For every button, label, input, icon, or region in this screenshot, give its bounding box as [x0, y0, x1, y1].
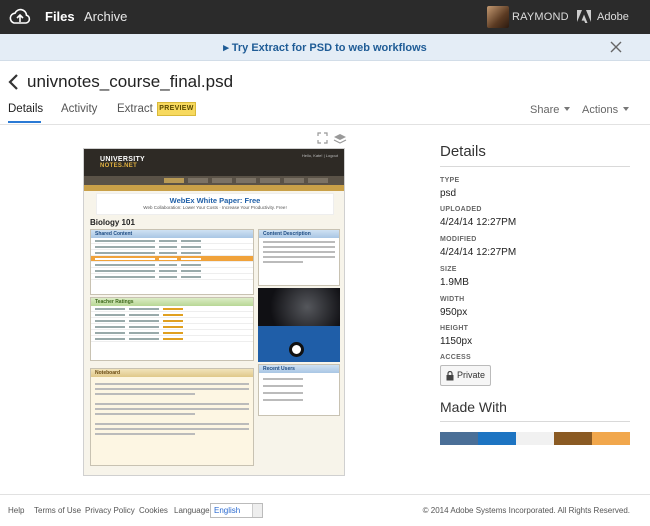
fullscreen-icon[interactable] — [317, 132, 328, 144]
footer-privacy-link[interactable]: Privacy Policy — [85, 506, 135, 515]
modified-value: 4/24/14 12:27PM — [440, 247, 517, 258]
dropdown-arrow-icon — [252, 504, 262, 517]
language-label: Language: — [174, 506, 212, 515]
preview-badge: PREVIEW — [157, 102, 196, 116]
access-value: Private — [457, 370, 486, 380]
type-label: TYPE — [440, 177, 460, 184]
user-name[interactable]: RAYMOND — [512, 11, 569, 23]
preview-ratings-panel: Teacher Ratings — [90, 297, 254, 361]
share-label: Share — [530, 104, 560, 116]
preview-recent-users: Recent Users — [258, 364, 340, 416]
language-value: English — [214, 506, 241, 515]
language-select[interactable]: English — [210, 503, 263, 518]
promo-banner: ▸ Try Extract for PSD to web workflows — [0, 34, 650, 61]
uploaded-label: UPLOADED — [440, 206, 482, 213]
preview-noteboard-title: Noteboard — [91, 369, 253, 377]
details-heading: Details — [440, 143, 486, 160]
share-menu[interactable]: Share — [530, 104, 571, 116]
color-swatches — [440, 432, 630, 445]
avatar[interactable] — [487, 6, 509, 28]
type-value: psd — [440, 188, 457, 199]
modified-label: MODIFIED — [440, 236, 477, 243]
footer-help-link[interactable]: Help — [8, 506, 24, 515]
access-label: ACCESS — [440, 354, 471, 361]
preview-shared-title: Shared Content — [91, 230, 253, 238]
width-label: WIDTH — [440, 296, 465, 303]
footer-cookies-link[interactable]: Cookies — [139, 506, 168, 515]
width-value: 950px — [440, 307, 468, 318]
tab-details[interactable]: Details — [8, 103, 43, 115]
preview-content-desc: Content Description — [258, 229, 340, 286]
caret-down-icon — [623, 107, 630, 111]
made-with-heading: Made With — [440, 399, 507, 415]
view-controls — [317, 132, 347, 144]
tab-activity[interactable]: Activity — [61, 103, 97, 115]
divider — [440, 421, 630, 422]
preview-ad-dark — [258, 288, 340, 326]
lock-icon — [446, 371, 454, 381]
creative-cloud-icon[interactable] — [8, 6, 32, 28]
nav-files[interactable]: Files — [45, 9, 75, 24]
preview-site-nav — [84, 176, 344, 185]
preview-logo-line2: NOTES.NET — [100, 163, 138, 169]
footer: Help Terms of Use Privacy Policy Cookies… — [0, 494, 650, 526]
color-swatch — [516, 432, 554, 445]
active-tab-indicator — [8, 121, 41, 123]
copyright-text: © 2014 Adobe Systems Incorporated. All R… — [422, 506, 630, 515]
divider — [440, 166, 630, 167]
back-chevron-icon[interactable] — [8, 74, 20, 90]
color-swatch — [554, 432, 592, 445]
nav-archive[interactable]: Archive — [84, 9, 127, 24]
preview-site-header: UNIVERSITY NOTES.NET Hello, Kate! | Logo… — [84, 149, 344, 176]
height-label: HEIGHT — [440, 325, 469, 332]
adobe-logo-icon[interactable] — [577, 10, 591, 24]
preview-logo-line1: UNIVERSITY — [100, 156, 146, 163]
preview-content-desc-title: Content Description — [259, 230, 339, 238]
adobe-label[interactable]: Adobe — [597, 11, 629, 23]
preview-heading: Biology 101 — [90, 218, 135, 227]
footer-terms-link[interactable]: Terms of Use — [34, 506, 81, 515]
preview-login-text: Hello, Kate! | Logout — [301, 153, 338, 158]
preview-ad-sub: Web Collaboration: Lower Your Costs · In… — [143, 205, 287, 210]
preview-ratings-title: Teacher Ratings — [91, 298, 253, 306]
color-swatch — [478, 432, 516, 445]
height-value: 1150px — [440, 336, 473, 347]
preview-subnav — [84, 185, 344, 191]
preview-ad-disc — [289, 342, 304, 357]
access-private-button[interactable]: Private — [440, 365, 491, 386]
color-swatch — [592, 432, 630, 445]
actions-label: Actions — [582, 104, 619, 116]
banner-link[interactable]: ▸ Try Extract for PSD to web workflows — [0, 41, 650, 54]
layers-icon[interactable] — [333, 134, 347, 144]
size-value: 1.9MB — [440, 277, 469, 288]
uploaded-value: 4/24/14 12:27PM — [440, 217, 517, 228]
preview-site-logo: UNIVERSITY NOTES.NET — [100, 156, 145, 169]
preview-recent-users-title: Recent Users — [259, 365, 339, 373]
file-title: univnotes_course_final.psd — [27, 72, 234, 91]
top-bar: Files Archive RAYMOND Adobe — [0, 0, 650, 34]
tab-bar: Details Activity Extract PREVIEW Share A… — [0, 100, 650, 125]
preview-shared-panel: Shared Content — [90, 229, 254, 295]
preview-ad: WebEx White Paper: Free Web Collaboratio… — [96, 193, 334, 215]
caret-down-icon — [564, 107, 571, 111]
actions-menu[interactable]: Actions — [582, 104, 630, 116]
close-icon[interactable] — [609, 40, 623, 54]
preview-ad-title: WebEx White Paper: Free — [169, 196, 261, 205]
size-label: SIZE — [440, 266, 457, 273]
file-preview[interactable]: UNIVERSITY NOTES.NET Hello, Kate! | Logo… — [83, 148, 345, 476]
preview-noteboard-panel: Noteboard — [90, 368, 254, 466]
color-swatch — [440, 432, 478, 445]
tab-extract[interactable]: Extract — [117, 103, 153, 115]
